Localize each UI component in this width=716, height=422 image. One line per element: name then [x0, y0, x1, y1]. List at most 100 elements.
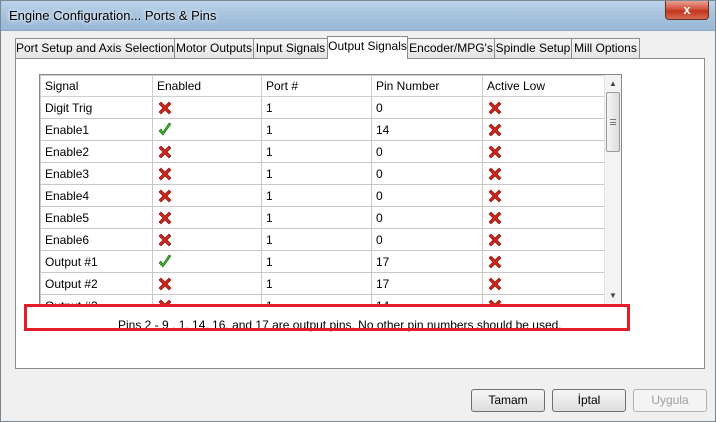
tab-output-signals[interactable]: Output Signals [327, 36, 408, 59]
scroll-down-arrow-icon[interactable]: ▼ [605, 287, 621, 304]
column-header-pin-number[interactable]: Pin Number [371, 75, 483, 97]
cell-signal[interactable]: Enable1 [40, 118, 153, 141]
column-header-enabled[interactable]: Enabled [152, 75, 262, 97]
table-row[interactable]: Output #2 1 17 [40, 272, 606, 295]
cell-pin-number[interactable]: 0 [371, 206, 483, 229]
cell-active-low[interactable] [482, 250, 606, 273]
cell-active-low[interactable] [482, 228, 606, 251]
title-bar[interactable]: Engine Configuration... Ports & Pins x [1, 1, 715, 31]
cell-active-low[interactable] [482, 118, 606, 141]
cell-port[interactable]: 1 [261, 140, 372, 163]
cell-port[interactable]: 1 [261, 206, 372, 229]
cell-signal[interactable]: Enable6 [40, 228, 153, 251]
cell-enabled[interactable] [152, 294, 262, 304]
cell-signal[interactable]: Digit Trig [40, 96, 153, 119]
table-header-row: Signal Enabled Port # Pin Number Active … [40, 75, 606, 97]
cell-enabled[interactable] [152, 206, 262, 229]
cell-pin-number[interactable]: 14 [371, 118, 483, 141]
column-header-port[interactable]: Port # [261, 75, 372, 97]
cell-signal[interactable]: Output #2 [40, 272, 153, 295]
cell-signal[interactable]: Enable3 [40, 162, 153, 185]
scroll-up-arrow-icon[interactable]: ▲ [605, 75, 621, 92]
scrollbar-thumb[interactable] [606, 92, 620, 152]
cell-port[interactable]: 1 [261, 250, 372, 273]
tab-mill-options[interactable]: Mill Options [571, 38, 640, 58]
cell-port[interactable]: 1 [261, 272, 372, 295]
cell-port[interactable]: 1 [261, 162, 372, 185]
red-x-icon [487, 188, 503, 202]
cell-pin-number[interactable]: 17 [371, 272, 483, 295]
table-row[interactable]: Digit Trig 1 0 [40, 96, 606, 119]
table-row[interactable]: Output #3 114 [40, 294, 606, 304]
cell-active-low[interactable] [482, 140, 606, 163]
cell-enabled[interactable] [152, 118, 262, 141]
table-row[interactable]: Enable2 1 0 [40, 140, 606, 163]
column-header-active-low[interactable]: Active Low [482, 75, 606, 97]
red-x-icon [157, 100, 173, 114]
table-row[interactable]: Enable3 1 0 [40, 162, 606, 185]
apply-button[interactable]: Uygula [633, 389, 707, 412]
table-row[interactable]: Enable4 1 0 [40, 184, 606, 207]
cell-active-low[interactable] [482, 96, 606, 119]
cell-enabled[interactable] [152, 162, 262, 185]
signals-table: Signal Enabled Port # Pin Number Active … [40, 75, 606, 304]
cell-active-low[interactable] [482, 184, 606, 207]
cell-port[interactable]: 1 [261, 184, 372, 207]
red-x-icon [487, 276, 503, 290]
cell-port[interactable]: 1 [261, 228, 372, 251]
table-row[interactable]: Enable6 1 0 [40, 228, 606, 251]
cell-active-low[interactable] [482, 162, 606, 185]
red-x-icon [157, 276, 173, 290]
ok-button[interactable]: Tamam [471, 389, 545, 412]
cell-pin-number[interactable]: 14 [371, 294, 483, 304]
tab-spindle-setup[interactable]: Spindle Setup [494, 38, 572, 58]
close-button[interactable]: x [665, 1, 709, 20]
tab-input-signals[interactable]: Input Signals [253, 38, 328, 58]
red-x-icon [157, 298, 173, 304]
cell-port[interactable]: 1 [261, 96, 372, 119]
cell-signal[interactable]: Enable2 [40, 140, 153, 163]
cell-port[interactable]: 1 [261, 294, 372, 304]
cell-enabled[interactable] [152, 96, 262, 119]
red-x-icon [487, 254, 503, 268]
output-signals-grid[interactable]: Signal Enabled Port # Pin Number Active … [39, 74, 622, 305]
window-title: Engine Configuration... Ports & Pins [9, 8, 217, 23]
column-header-signal[interactable]: Signal [40, 75, 153, 97]
cell-pin-number[interactable]: 0 [371, 162, 483, 185]
table-row[interactable]: Enable1 1 14 [40, 118, 606, 141]
red-x-icon [157, 210, 173, 224]
cell-signal[interactable]: Output #3 [40, 294, 153, 304]
red-x-icon [487, 100, 503, 114]
cell-pin-number[interactable]: 17 [371, 250, 483, 273]
cell-pin-number[interactable]: 0 [371, 228, 483, 251]
table-row[interactable]: Output #1 1 17 [40, 250, 606, 273]
cell-active-low[interactable] [482, 206, 606, 229]
tab-port-setup-and-axis-selection[interactable]: Port Setup and Axis Selection [15, 38, 175, 58]
cell-signal[interactable]: Output #1 [40, 250, 153, 273]
cell-active-low[interactable] [482, 294, 606, 304]
green-check-icon [157, 122, 173, 136]
cell-pin-number[interactable]: 0 [371, 96, 483, 119]
tab-encoder-mpg-s[interactable]: Encoder/MPG's [407, 38, 495, 58]
cell-enabled[interactable] [152, 228, 262, 251]
green-check-icon [157, 254, 173, 268]
cell-signal[interactable]: Enable4 [40, 184, 153, 207]
red-x-icon [487, 298, 503, 304]
cell-enabled[interactable] [152, 250, 262, 273]
tab-motor-outputs[interactable]: Motor Outputs [174, 38, 254, 58]
red-x-icon [157, 232, 173, 246]
engine-configuration-dialog: Engine Configuration... Ports & Pins x P… [0, 0, 716, 422]
cell-enabled[interactable] [152, 272, 262, 295]
cell-pin-number[interactable]: 0 [371, 184, 483, 207]
grid-vertical-scrollbar[interactable]: ▲ ▼ [604, 75, 621, 304]
cancel-button[interactable]: İptal [552, 389, 626, 412]
cell-enabled[interactable] [152, 140, 262, 163]
cell-port[interactable]: 1 [261, 118, 372, 141]
cell-active-low[interactable] [482, 272, 606, 295]
red-x-icon [487, 144, 503, 158]
cell-pin-number[interactable]: 0 [371, 140, 483, 163]
cell-signal[interactable]: Enable5 [40, 206, 153, 229]
cell-enabled[interactable] [152, 184, 262, 207]
table-row[interactable]: Enable5 1 0 [40, 206, 606, 229]
output-pins-note: Pins 2 - 9 , 1, 14, 16, and 17 are outpu… [118, 318, 562, 332]
